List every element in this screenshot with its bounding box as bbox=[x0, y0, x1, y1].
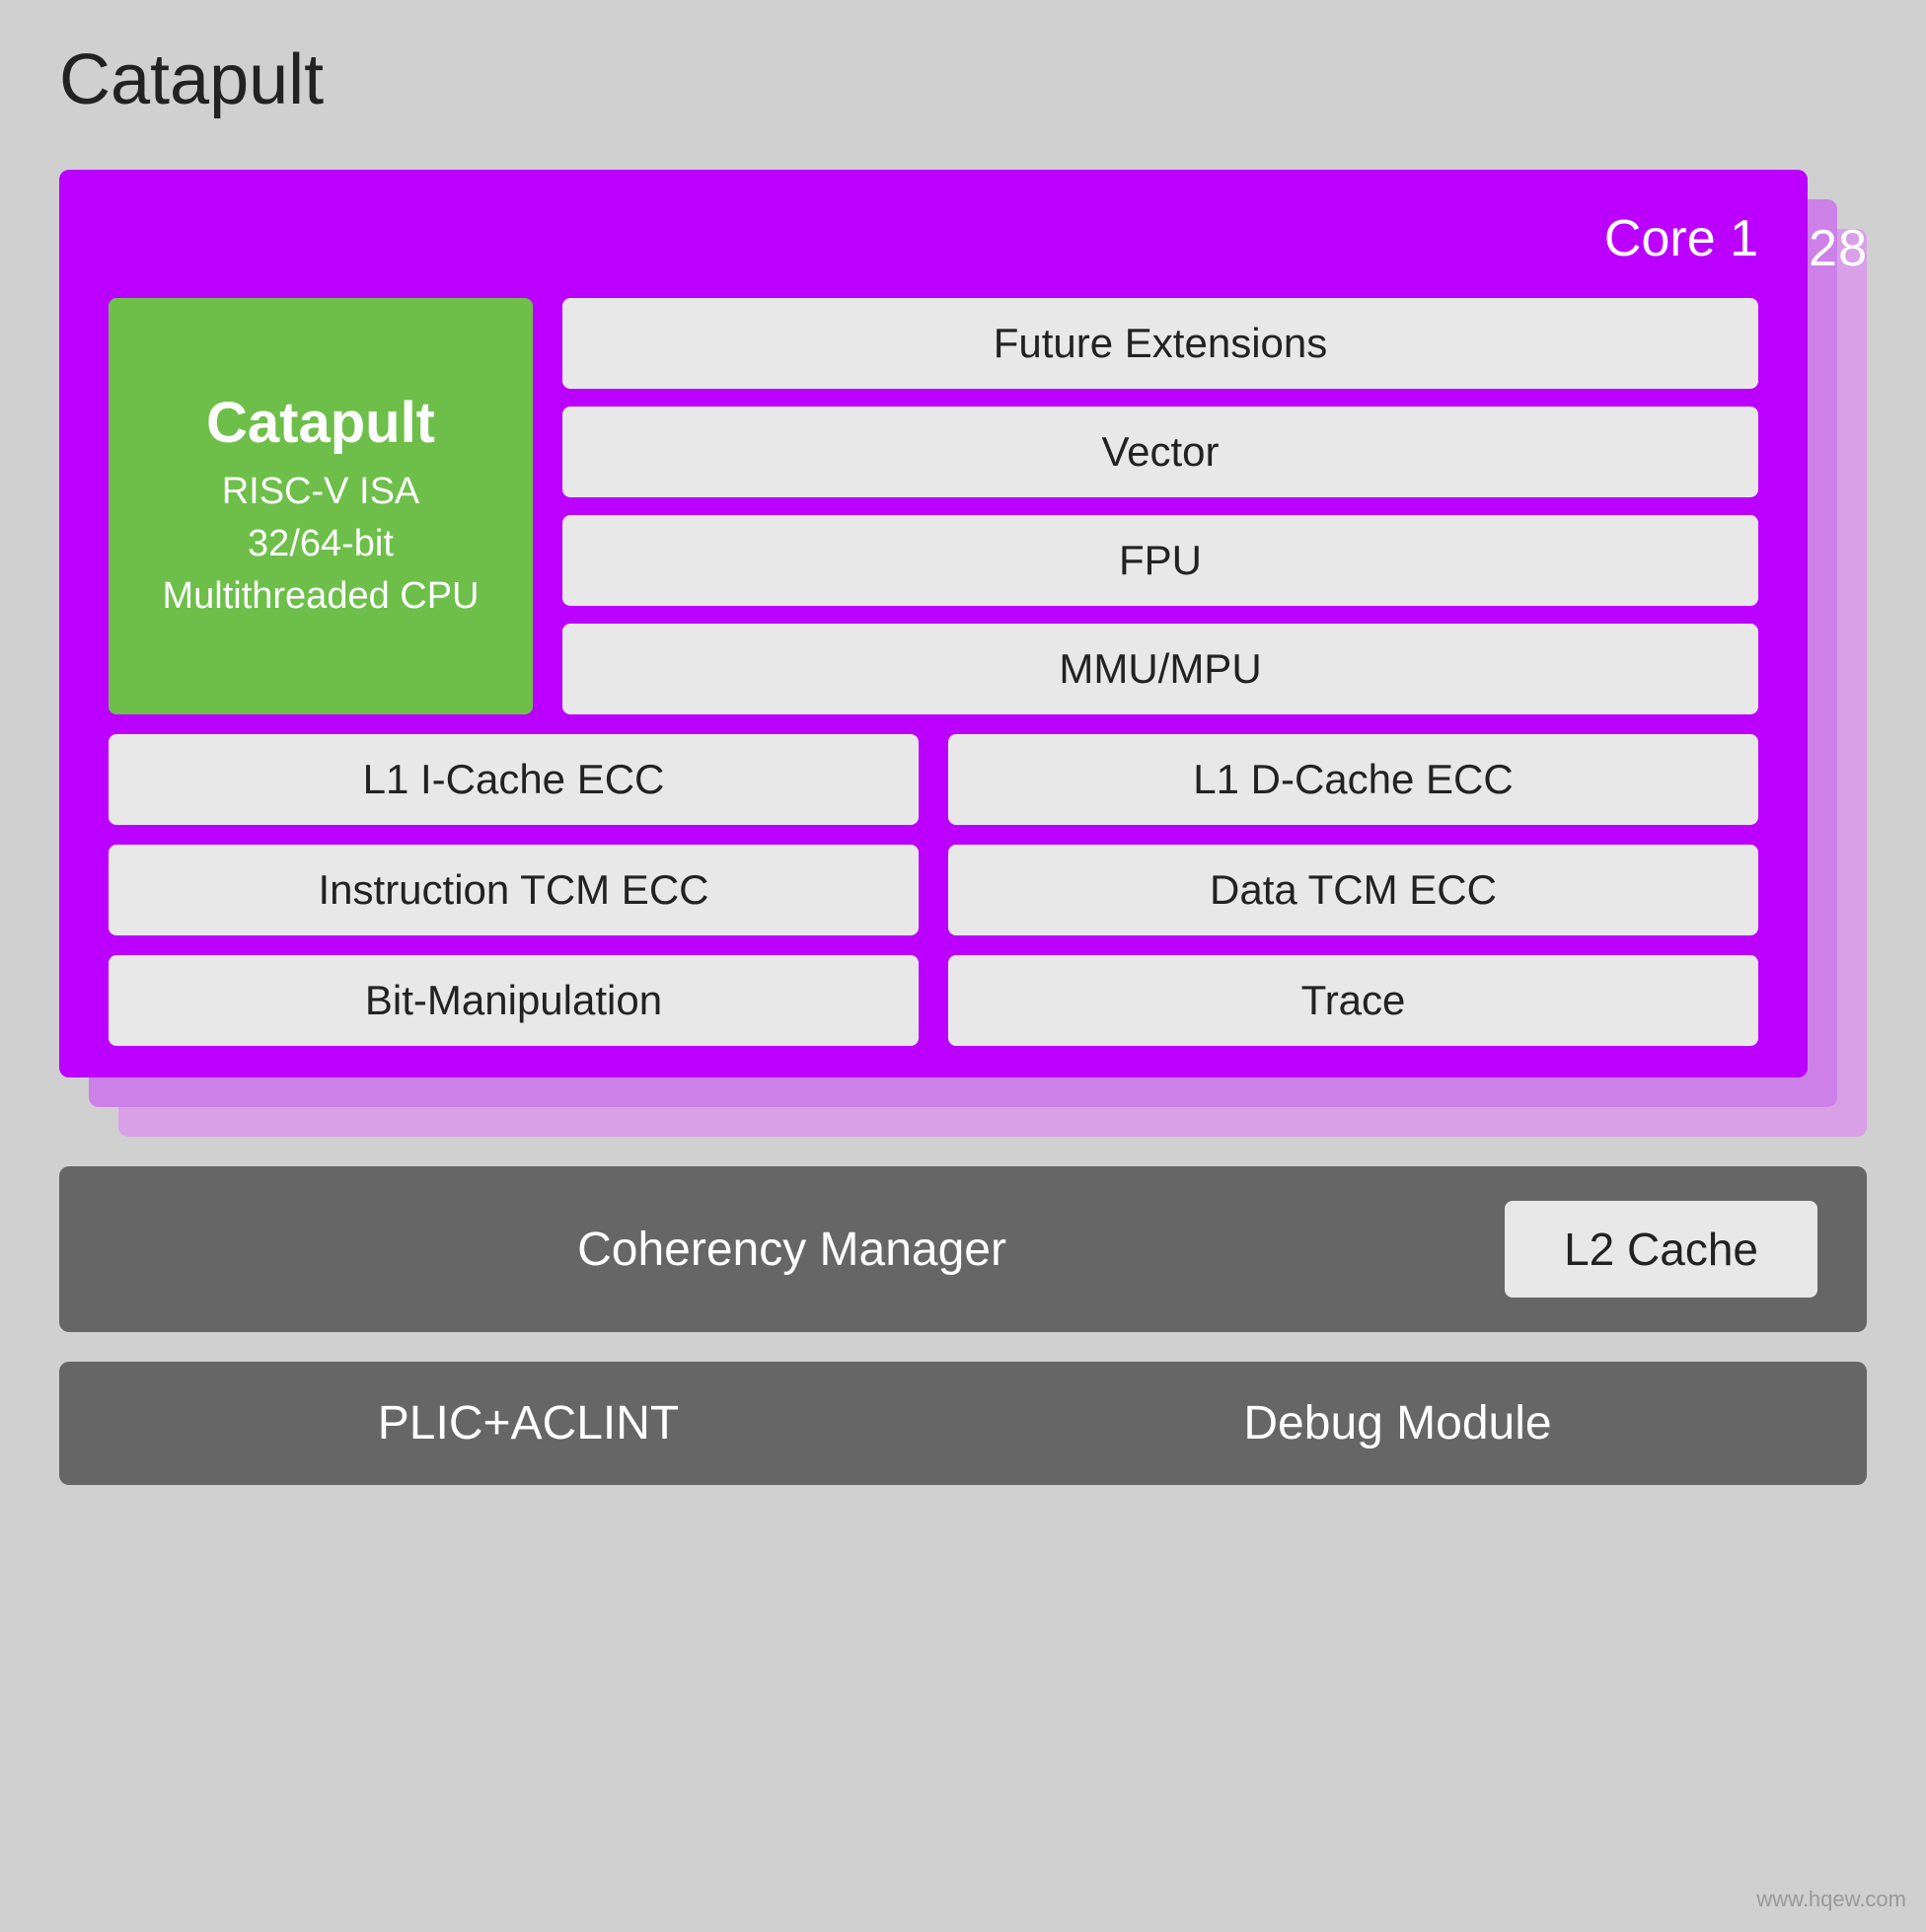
mmu-mpu-module: MMU/MPU bbox=[562, 624, 1758, 714]
core-1-label: Core 1 bbox=[109, 209, 1758, 268]
coherency-section: Coherency Manager L2 Cache bbox=[59, 1166, 1867, 1332]
instruction-tcm-ecc-module: Instruction TCM ECC bbox=[109, 845, 919, 935]
page-title: Catapult bbox=[59, 39, 1867, 120]
l2-cache-box: L2 Cache bbox=[1505, 1201, 1817, 1298]
plic-aclint-label: PLIC+ACLINT bbox=[109, 1396, 948, 1450]
core-8-label: 8 bbox=[1838, 219, 1867, 278]
core-content: Catapult RISC-V ISA32/64-bitMultithreade… bbox=[109, 298, 1758, 1046]
row-tcm: Instruction TCM ECC Data TCM ECC bbox=[109, 845, 1758, 935]
l1-dcache-ecc-module: L1 D-Cache ECC bbox=[948, 734, 1758, 825]
debug-module-label: Debug Module bbox=[978, 1396, 1817, 1450]
catapult-box-subtitle: RISC-V ISA32/64-bitMultithreaded CPU bbox=[162, 466, 479, 624]
bottom-rows: L1 I-Cache ECC L1 D-Cache ECC Instructio… bbox=[109, 734, 1758, 1046]
core-top-row: Catapult RISC-V ISA32/64-bitMultithreade… bbox=[109, 298, 1758, 714]
data-tcm-ecc-module: Data TCM ECC bbox=[948, 845, 1758, 935]
coherency-manager-label: Coherency Manager bbox=[109, 1223, 1475, 1277]
row-l1-cache: L1 I-Cache ECC L1 D-Cache ECC bbox=[109, 734, 1758, 825]
fpu-module: FPU bbox=[562, 515, 1758, 606]
main-container: 2 8 Core 1 Catapult RISC-V ISA32/64-bitM… bbox=[59, 170, 1867, 1485]
catapult-cpu-box: Catapult RISC-V ISA32/64-bitMultithreade… bbox=[109, 298, 533, 714]
vector-module: Vector bbox=[562, 407, 1758, 497]
l1-icache-ecc-module: L1 I-Cache ECC bbox=[109, 734, 919, 825]
core-1-layer: Core 1 Catapult RISC-V ISA32/64-bitMulti… bbox=[59, 170, 1808, 1077]
bottom-bar: PLIC+ACLINT Debug Module bbox=[59, 1362, 1867, 1485]
future-extensions-module: Future Extensions bbox=[562, 298, 1758, 389]
watermark: www.hqew.com bbox=[1756, 1887, 1906, 1912]
bit-manipulation-module: Bit-Manipulation bbox=[109, 955, 919, 1046]
cores-stack: 2 8 Core 1 Catapult RISC-V ISA32/64-bitM… bbox=[59, 170, 1867, 1137]
core-2-label: 2 bbox=[1809, 219, 1837, 278]
trace-module: Trace bbox=[948, 955, 1758, 1046]
catapult-box-title: Catapult bbox=[206, 390, 435, 456]
row-bit-trace: Bit-Manipulation Trace bbox=[109, 955, 1758, 1046]
modules-right-column: Future Extensions Vector FPU MMU/MPU bbox=[562, 298, 1758, 714]
